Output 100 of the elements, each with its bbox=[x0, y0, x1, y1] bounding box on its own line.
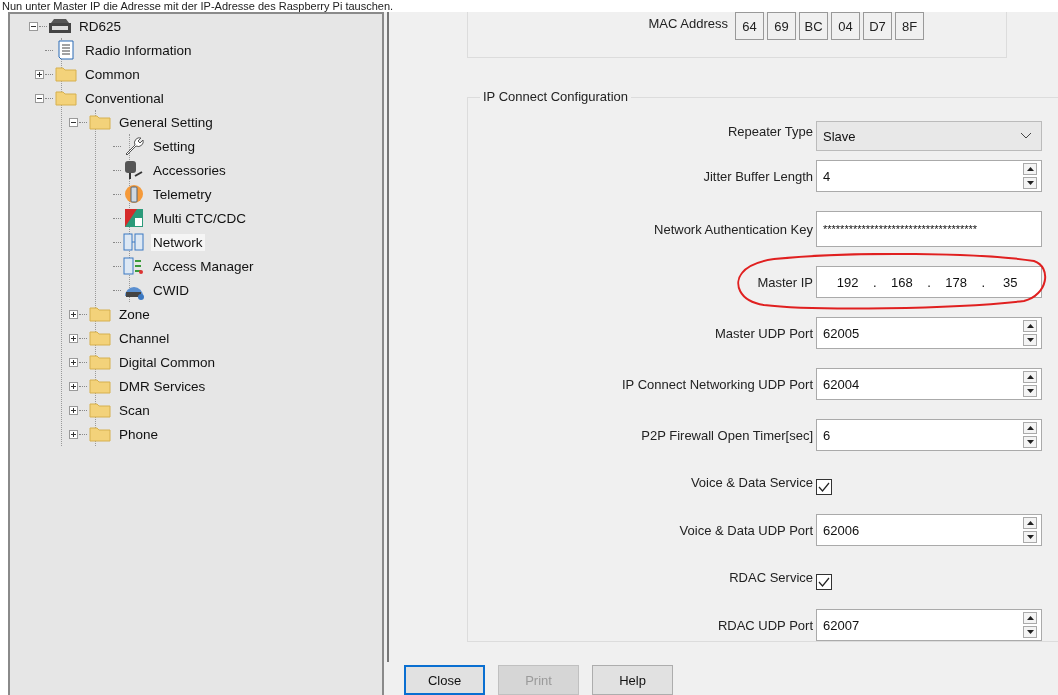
arrow-up-icon bbox=[1026, 375, 1034, 379]
network-server-icon bbox=[123, 232, 145, 252]
ip-octet-field[interactable]: 192 bbox=[827, 274, 868, 290]
mac-octet-field[interactable]: 69 bbox=[767, 12, 796, 40]
tree-item[interactable]: Digital Common bbox=[117, 353, 218, 371]
folder-icon bbox=[89, 354, 111, 370]
tree-item[interactable]: CWID bbox=[151, 281, 191, 299]
arrow-up-icon bbox=[1026, 426, 1034, 430]
spin-down-button[interactable] bbox=[1023, 626, 1037, 638]
expand-toggle[interactable] bbox=[69, 405, 78, 415]
tree-item[interactable]: Access Manager bbox=[151, 257, 256, 275]
tree-item[interactable]: Multi CTC/CDC bbox=[151, 209, 248, 227]
arrow-down-icon bbox=[1026, 535, 1034, 539]
arrow-up-icon bbox=[1026, 521, 1034, 525]
caption-text: Nun unter Master IP die Adresse mit der IP-Adresse des Raspberry Pi tauschen. bbox=[1, 0, 395, 12]
collapse-toggle[interactable] bbox=[69, 117, 78, 127]
arrow-up-icon bbox=[1026, 324, 1034, 328]
spin-down-button[interactable] bbox=[1023, 177, 1037, 189]
expand-toggle[interactable] bbox=[69, 429, 78, 439]
folder-icon bbox=[89, 378, 111, 394]
field-label: Master UDP Port bbox=[714, 325, 813, 341]
field-label: Network Authentication Key bbox=[653, 221, 813, 237]
spin-down-button[interactable] bbox=[1023, 531, 1037, 543]
tree-item[interactable]: Common bbox=[83, 65, 142, 83]
spin-up-button[interactable] bbox=[1023, 612, 1037, 624]
tree-item[interactable]: Channel bbox=[117, 329, 172, 347]
tree-item[interactable]: Radio Information bbox=[83, 41, 194, 59]
dropdown[interactable]: Slave bbox=[816, 121, 1042, 151]
field-label: Jitter Buffer Length bbox=[702, 168, 813, 184]
number-field[interactable]: 62004 bbox=[816, 368, 1042, 400]
collapse-toggle[interactable] bbox=[29, 21, 38, 31]
arrow-down-icon bbox=[1026, 389, 1034, 393]
tree-item[interactable]: DMR Services bbox=[117, 377, 208, 395]
plus-icon bbox=[71, 431, 76, 437]
number-field[interactable]: 6 bbox=[816, 419, 1042, 451]
arrow-up-icon bbox=[1026, 167, 1034, 171]
field-label: MAC Address bbox=[648, 16, 728, 31]
plus-icon bbox=[71, 359, 76, 365]
tree-item[interactable]: Zone bbox=[117, 305, 152, 323]
spin-down-button[interactable] bbox=[1023, 334, 1037, 346]
spin-down-button[interactable] bbox=[1023, 436, 1037, 448]
group-title: IP Connect Configuration bbox=[480, 89, 632, 104]
spin-up-button[interactable] bbox=[1023, 422, 1037, 434]
plus-icon bbox=[71, 383, 76, 389]
spin-up-button[interactable] bbox=[1023, 320, 1037, 332]
arrow-down-icon bbox=[1026, 338, 1034, 342]
folder-icon bbox=[89, 402, 111, 418]
ip-octet-field[interactable]: 35 bbox=[990, 274, 1031, 290]
arrow-down-icon bbox=[1026, 630, 1034, 634]
tree-item[interactable]: Phone bbox=[117, 425, 161, 443]
spin-down-button[interactable] bbox=[1023, 385, 1037, 397]
number-field[interactable]: 4 bbox=[816, 160, 1042, 192]
tree-item[interactable]: Scan bbox=[117, 401, 152, 419]
dialog-button[interactable]: Help bbox=[592, 665, 673, 695]
tree-item[interactable]: Network bbox=[151, 233, 205, 251]
expand-toggle[interactable] bbox=[69, 357, 78, 367]
folder-icon bbox=[55, 90, 77, 106]
expand-toggle[interactable] bbox=[69, 333, 78, 343]
expand-toggle[interactable] bbox=[69, 381, 78, 391]
dialog-button[interactable]: Close bbox=[404, 665, 485, 695]
ip-octet-field[interactable]: 178 bbox=[936, 274, 977, 290]
checkbox[interactable] bbox=[816, 574, 832, 590]
spin-up-button[interactable] bbox=[1023, 163, 1037, 175]
expand-toggle[interactable] bbox=[69, 309, 78, 319]
number-field[interactable]: 62007 bbox=[816, 609, 1042, 641]
mac-octet-field[interactable]: BC bbox=[799, 12, 828, 40]
mac-octet-field[interactable]: 04 bbox=[831, 12, 860, 40]
tree-item[interactable]: RD625 bbox=[77, 17, 124, 35]
tree-item[interactable]: Accessories bbox=[151, 161, 228, 179]
checkbox[interactable] bbox=[816, 479, 832, 495]
mac-octet-field[interactable]: 64 bbox=[735, 12, 764, 40]
mac-octet-field[interactable]: 8F bbox=[895, 12, 924, 40]
tree-item[interactable]: General Setting bbox=[117, 113, 215, 131]
handset-icon bbox=[123, 184, 145, 204]
document-icon bbox=[57, 40, 75, 60]
folder-icon bbox=[55, 66, 77, 82]
tree-item[interactable]: Telemetry bbox=[151, 185, 214, 203]
collapse-toggle[interactable] bbox=[35, 93, 44, 103]
password-field[interactable]: ************************************ bbox=[816, 211, 1042, 247]
tone-code-icon bbox=[124, 208, 144, 228]
field-label: Master IP bbox=[756, 274, 813, 290]
number-field[interactable]: 62005 bbox=[816, 317, 1042, 349]
tree-item[interactable]: Setting bbox=[151, 137, 198, 155]
plus-icon bbox=[37, 71, 42, 77]
octet-separator: . bbox=[872, 274, 877, 290]
spin-up-button[interactable] bbox=[1023, 517, 1037, 529]
octet-separator: . bbox=[981, 274, 985, 290]
octet-separator: . bbox=[927, 274, 931, 290]
spin-up-button[interactable] bbox=[1023, 371, 1037, 383]
number-field[interactable]: 62006 bbox=[816, 514, 1042, 546]
checkmark-icon bbox=[818, 577, 830, 587]
field-label: RDAC Service bbox=[728, 570, 813, 585]
ip-octet-field[interactable]: 168 bbox=[881, 274, 922, 290]
tree-item[interactable]: Conventional bbox=[83, 89, 166, 107]
field-label: Repeater Type bbox=[726, 123, 813, 139]
folder-icon bbox=[89, 426, 111, 442]
microphone-icon bbox=[123, 160, 145, 180]
expand-toggle[interactable] bbox=[35, 69, 44, 79]
mac-octet-field[interactable]: D7 bbox=[863, 12, 892, 40]
minus-icon bbox=[71, 119, 76, 125]
